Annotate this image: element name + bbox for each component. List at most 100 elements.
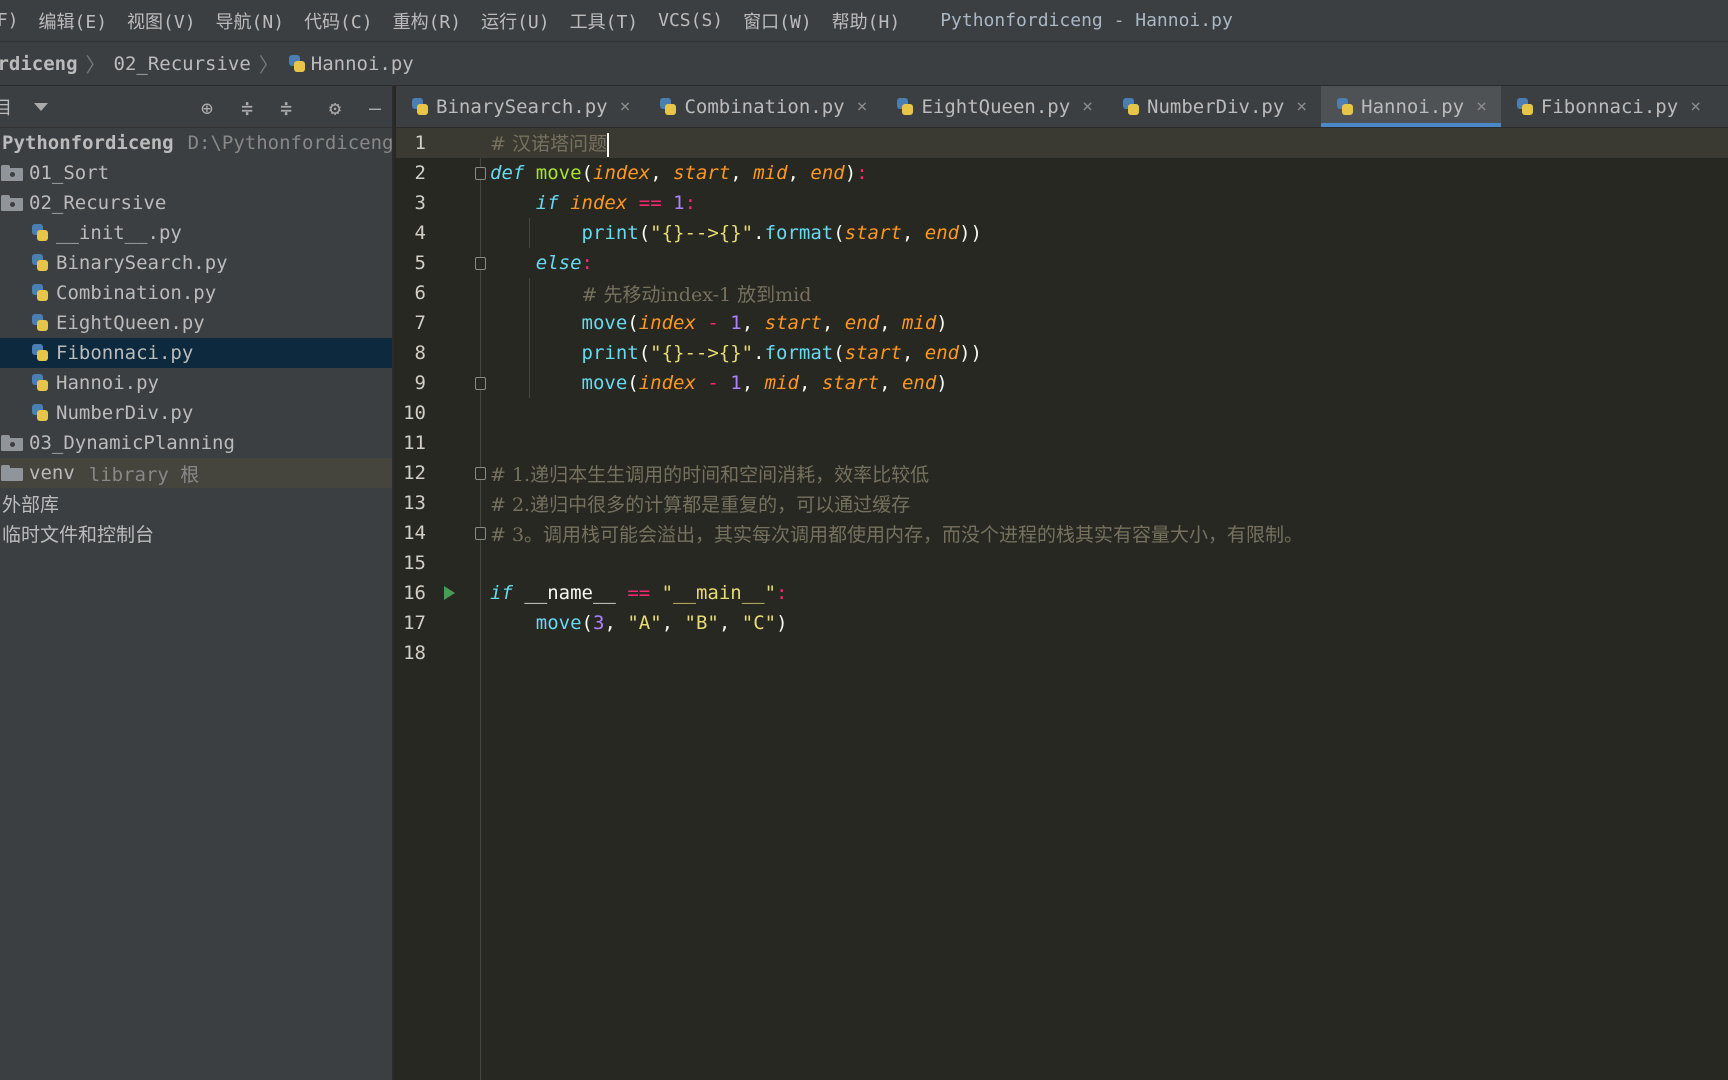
function-call: move: [581, 372, 628, 394]
tab-hannoi[interactable]: Hannoi.py ×: [1321, 86, 1501, 127]
tree-file-label: NumberDiv.py: [56, 402, 194, 424]
tree-root-project[interactable]: Pythonfordiceng D:\Pythonfordiceng: [0, 128, 392, 158]
close-icon[interactable]: ×: [857, 96, 868, 117]
code-line-4[interactable]: 4 print("{}-->{}".format(start, end)): [396, 218, 1728, 248]
tree-file-label: EightQueen.py: [56, 312, 205, 334]
chevron-down-icon[interactable]: [34, 102, 48, 111]
tree-folder-sort[interactable]: 01_Sort: [0, 158, 392, 188]
tab-eightqueen[interactable]: EightQueen.py ×: [881, 86, 1107, 127]
line-number: 13: [403, 492, 426, 514]
tree-folder-dynamicplanning[interactable]: 03_DynamicPlanning: [0, 428, 392, 458]
close-icon[interactable]: ×: [1690, 96, 1701, 117]
menu-vcs[interactable]: VCS(S): [658, 10, 723, 31]
param: end: [810, 162, 845, 184]
code-line-14[interactable]: 14 # 3。调用栈可能会溢出，其实每次调用都使用内存，而没个进程的栈其实有容量…: [396, 518, 1728, 548]
tree-file-fibonnaci[interactable]: Fibonnaci.py: [0, 338, 392, 368]
breadcrumb-file[interactable]: Hannoi.py: [287, 53, 414, 75]
code-line-8[interactable]: 8 print("{}-->{}".format(start, end)): [396, 338, 1728, 368]
tab-fibonnaci[interactable]: Fibonnaci.py ×: [1501, 86, 1715, 127]
param: start: [844, 342, 902, 364]
breadcrumb-folder[interactable]: 02_Recursive: [114, 53, 251, 75]
tree-folder-venv[interactable]: venv library 根: [0, 458, 392, 488]
tree-file-numberdiv[interactable]: NumberDiv.py: [0, 398, 392, 428]
fold-icon[interactable]: [475, 376, 486, 390]
tree-file-label: BinarySearch.py: [56, 252, 228, 274]
keyword: if: [490, 582, 513, 604]
line-number: 4: [414, 222, 426, 244]
fold-icon[interactable]: [475, 256, 486, 270]
python-file-icon: [1515, 97, 1535, 117]
line-number: 10: [403, 402, 426, 424]
line-number: 12: [403, 462, 426, 484]
close-icon[interactable]: ×: [1476, 96, 1487, 117]
tab-combination[interactable]: Combination.py ×: [644, 86, 881, 127]
tree-folder-recursive[interactable]: 02_Recursive: [0, 188, 392, 218]
tree-file-binarysearch[interactable]: BinarySearch.py: [0, 248, 392, 278]
function-call: move: [535, 612, 582, 634]
menu-run[interactable]: 运行(U): [481, 8, 550, 34]
code-line-18[interactable]: 18: [396, 638, 1728, 668]
tree-file-init[interactable]: __init__.py: [0, 218, 392, 248]
python-file-icon: [287, 54, 307, 74]
tab-numberdiv[interactable]: NumberDiv.py ×: [1107, 86, 1321, 127]
tree-file-eightqueen[interactable]: EightQueen.py: [0, 308, 392, 338]
code-line-6[interactable]: 6 # 先移动index-1 放到mid: [396, 278, 1728, 308]
number: 1: [730, 312, 742, 334]
code-line-10[interactable]: 10: [396, 398, 1728, 428]
tree-scratches-consoles[interactable]: 临时文件和控制台: [0, 518, 392, 548]
line-number: 15: [403, 552, 426, 574]
line-number: 17: [403, 612, 426, 634]
code-line-9[interactable]: 9 move(index - 1, mid, start, end): [396, 368, 1728, 398]
close-icon[interactable]: ×: [1082, 96, 1093, 117]
menu-edit[interactable]: 编辑(E): [39, 8, 108, 34]
code-line-16[interactable]: 16 if __name__ == "__main__":: [396, 578, 1728, 608]
project-name: Pythonfordiceng: [2, 132, 174, 154]
locate-icon[interactable]: ⊕: [196, 97, 218, 119]
breadcrumb-file-label: Hannoi.py: [310, 52, 414, 75]
param: mid: [764, 372, 799, 394]
expand-all-icon[interactable]: ≑: [236, 97, 258, 119]
param: index: [593, 162, 651, 184]
project-view-label[interactable]: 目: [0, 94, 12, 120]
comment: # 汉诺塔问题: [490, 133, 607, 156]
menu-help[interactable]: 帮助(H): [832, 8, 901, 34]
operator: -: [707, 372, 719, 394]
code-line-3[interactable]: 3 if index == 1:: [396, 188, 1728, 218]
string: "{}-->{}": [650, 222, 754, 244]
tree-file-hannoi[interactable]: Hannoi.py: [0, 368, 392, 398]
fold-icon[interactable]: [475, 166, 486, 180]
code-line-17[interactable]: 17 move(3, "A", "B", "C"): [396, 608, 1728, 638]
hide-icon[interactable]: —: [364, 97, 386, 119]
code-line-7[interactable]: 7 move(index - 1, start, end, mid): [396, 308, 1728, 338]
python-file-icon: [30, 313, 50, 333]
menu-view[interactable]: 视图(V): [127, 8, 196, 34]
gear-icon[interactable]: ⚙: [324, 97, 346, 119]
code-editor[interactable]: 1 # 汉诺塔问题 2 def move(index, start, mid, …: [396, 128, 1728, 1080]
param: start: [821, 372, 880, 394]
menu-code[interactable]: 代码(C): [304, 8, 373, 34]
menu-file[interactable]: (F): [0, 10, 19, 31]
close-icon[interactable]: ×: [620, 96, 631, 117]
breadcrumb-project[interactable]: ordiceng: [0, 53, 78, 75]
code-line-2[interactable]: 2 def move(index, start, mid, end):: [396, 158, 1728, 188]
code-line-5[interactable]: 5 else:: [396, 248, 1728, 278]
menu-tools[interactable]: 工具(T): [570, 8, 639, 34]
code-line-11[interactable]: 11: [396, 428, 1728, 458]
tab-binarysearch[interactable]: BinarySearch.py ×: [396, 86, 644, 127]
menu-refactor[interactable]: 重构(R): [393, 8, 462, 34]
tab-label: Hannoi.py: [1361, 95, 1465, 118]
code-line-12[interactable]: 12 # 1.递归本生生调用的时间和空间消耗，效率比较低: [396, 458, 1728, 488]
tab-label: NumberDiv.py: [1147, 95, 1285, 118]
collapse-all-icon[interactable]: ≑: [275, 97, 297, 119]
code-line-13[interactable]: 13 # 2.递归中很多的计算都是重复的，可以通过缓存: [396, 488, 1728, 518]
run-icon[interactable]: [444, 586, 455, 600]
close-icon[interactable]: ×: [1296, 96, 1307, 117]
code-line-1[interactable]: 1 # 汉诺塔问题: [396, 128, 1728, 158]
code-line-15[interactable]: 15: [396, 548, 1728, 578]
menu-navigate[interactable]: 导航(N): [216, 8, 285, 34]
tree-external-libraries[interactable]: 外部库: [0, 488, 392, 518]
menu-window[interactable]: 窗口(W): [743, 8, 812, 34]
fold-icon[interactable]: [475, 466, 486, 480]
fold-icon[interactable]: [475, 526, 486, 540]
tree-file-combination[interactable]: Combination.py: [0, 278, 392, 308]
